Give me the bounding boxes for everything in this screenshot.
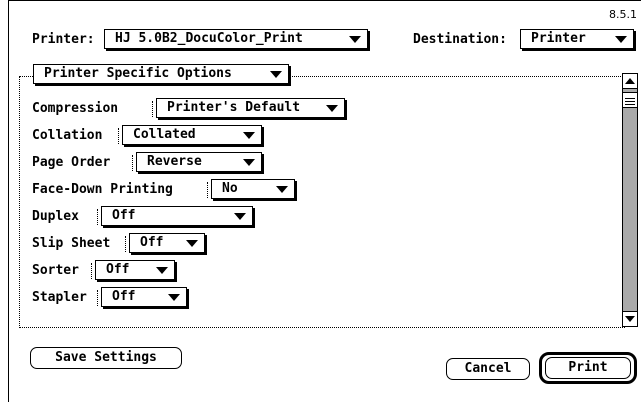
option-label-collation: Collation	[32, 128, 103, 143]
option-tick	[207, 182, 210, 198]
chevron-down-icon	[270, 70, 282, 78]
save-settings-button[interactable]: Save Settings	[30, 347, 182, 369]
slip-sheet-value: Off	[140, 235, 164, 250]
face-down-popup[interactable]: No	[211, 179, 295, 199]
chevron-down-icon	[156, 266, 168, 274]
option-label-sorter: Sorter	[32, 263, 79, 278]
arrow-down-icon	[625, 316, 635, 322]
option-tick	[91, 263, 94, 279]
collation-value: Collated	[133, 127, 196, 142]
chevron-down-icon	[326, 104, 338, 112]
compression-value: Printer's Default	[167, 100, 301, 115]
option-label-face-down: Face-Down Printing	[32, 182, 173, 197]
options-scrollbar[interactable]	[622, 73, 638, 327]
printer-popup[interactable]: HJ 5.0B2_DocuColor_Print	[104, 29, 368, 49]
chevron-down-icon	[615, 35, 627, 43]
option-tick	[152, 101, 155, 117]
option-tick	[132, 155, 135, 171]
destination-label: Destination:	[413, 32, 507, 47]
version-label: 8.5.1	[609, 8, 637, 21]
chevron-down-icon	[276, 185, 288, 193]
compression-popup[interactable]: Printer's Default	[156, 98, 345, 118]
panel-selector-popup[interactable]: Printer Specific Options	[33, 64, 289, 84]
duplex-value: Off	[112, 208, 136, 223]
option-label-slip-sheet: Slip Sheet	[32, 236, 111, 251]
scroll-up-button[interactable]	[622, 73, 638, 89]
option-label-page-order: Page Order	[32, 155, 111, 170]
cancel-button[interactable]: Cancel	[446, 358, 530, 380]
page-order-value: Reverse	[147, 154, 202, 169]
printer-label: Printer:	[32, 32, 95, 47]
collation-popup[interactable]: Collated	[122, 125, 262, 145]
duplex-popup[interactable]: Off	[101, 206, 253, 226]
chevron-down-icon	[186, 239, 198, 247]
option-tick	[97, 290, 100, 306]
option-label-compression: Compression	[32, 101, 119, 116]
print-button[interactable]: Print	[545, 357, 631, 379]
chevron-down-icon	[234, 212, 246, 220]
slip-sheet-popup[interactable]: Off	[129, 233, 205, 253]
option-tick	[118, 128, 121, 144]
chevron-down-icon	[243, 158, 255, 166]
sorter-popup[interactable]: Off	[95, 260, 175, 280]
option-tick	[97, 209, 100, 225]
stapler-value: Off	[112, 289, 136, 304]
printer-popup-value: HJ 5.0B2_DocuColor_Print	[115, 31, 303, 46]
option-label-duplex: Duplex	[32, 209, 79, 224]
chevron-down-icon	[349, 35, 361, 43]
arrow-up-icon	[625, 78, 635, 84]
option-label-stapler: Stapler	[32, 290, 87, 305]
sorter-value: Off	[106, 262, 130, 277]
destination-popup[interactable]: Printer	[520, 29, 634, 49]
chevron-down-icon	[168, 293, 180, 301]
face-down-value: No	[222, 181, 238, 196]
scroll-down-button[interactable]	[622, 311, 638, 327]
page-order-popup[interactable]: Reverse	[136, 152, 262, 172]
destination-popup-value: Printer	[531, 31, 586, 46]
scrollbar-thumb[interactable]	[622, 92, 638, 108]
chevron-down-icon	[243, 131, 255, 139]
stapler-popup[interactable]: Off	[101, 287, 187, 307]
option-tick	[125, 236, 128, 252]
panel-selector-value: Printer Specific Options	[44, 66, 232, 81]
